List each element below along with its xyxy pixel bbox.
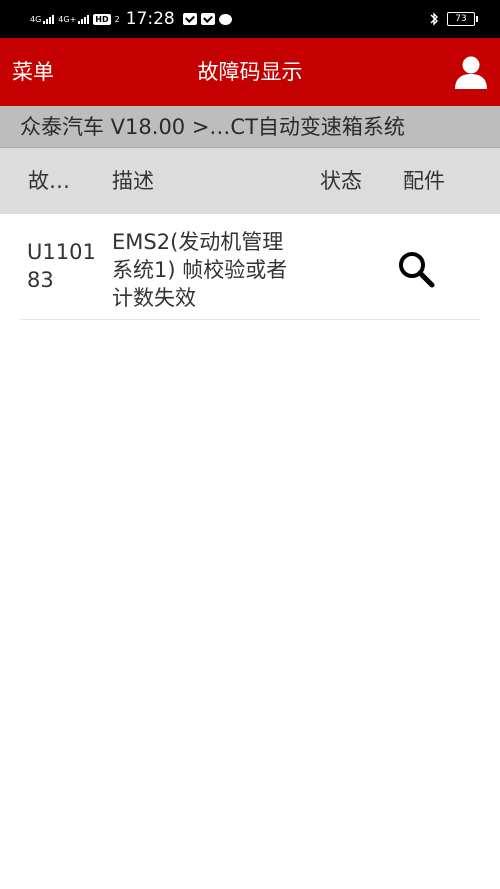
signal-strength-icon: 4G+	[58, 14, 90, 24]
status-left: 4G 4G+ HD 2 17:28	[30, 0, 232, 38]
signal-strength-icon: 4G	[30, 14, 55, 24]
bluetooth-icon	[430, 12, 438, 26]
battery-level: 73	[455, 14, 467, 24]
chat-icon	[218, 13, 232, 25]
column-header-code: 故…	[28, 169, 70, 193]
table-row[interactable]: U110183 EMS2(发动机管理系统1) 帧校验或者计数失效	[20, 214, 480, 320]
status-time: 17:28	[125, 9, 175, 29]
network-type-label: 4G	[30, 14, 42, 24]
page-title: 故障码显示	[197, 60, 303, 84]
user-profile-icon[interactable]	[454, 54, 488, 90]
column-header-parts: 配件	[403, 169, 445, 193]
hd-voice-icon: HD	[93, 13, 111, 25]
app-header: 菜单 故障码显示	[0, 38, 500, 106]
battery-icon: 73	[447, 12, 478, 26]
notification-icon	[200, 13, 215, 25]
network-type-label: 4G+	[58, 14, 77, 24]
column-header-status: 状态	[320, 169, 362, 193]
status-bar: 4G 4G+ HD 2 17:28 73	[0, 0, 500, 38]
notification-icon	[182, 13, 197, 25]
hd-badge-label: HD	[95, 14, 109, 24]
status-right: 73	[429, 0, 478, 38]
table-header: 故… 描述 状态 配件	[0, 148, 500, 214]
breadcrumb: 众泰汽车 V18.00 >…CT自动变速箱系统	[0, 106, 500, 148]
fault-description: EMS2(发动机管理系统1) 帧校验或者计数失效	[112, 230, 288, 310]
breadcrumb-path: 众泰汽车 V18.00 >…CT自动变速箱系统	[20, 115, 405, 139]
column-header-description: 描述	[112, 169, 154, 193]
fault-code: U110183	[27, 240, 96, 292]
hd-sub-label: 2	[114, 14, 120, 24]
search-icon[interactable]	[396, 249, 436, 289]
